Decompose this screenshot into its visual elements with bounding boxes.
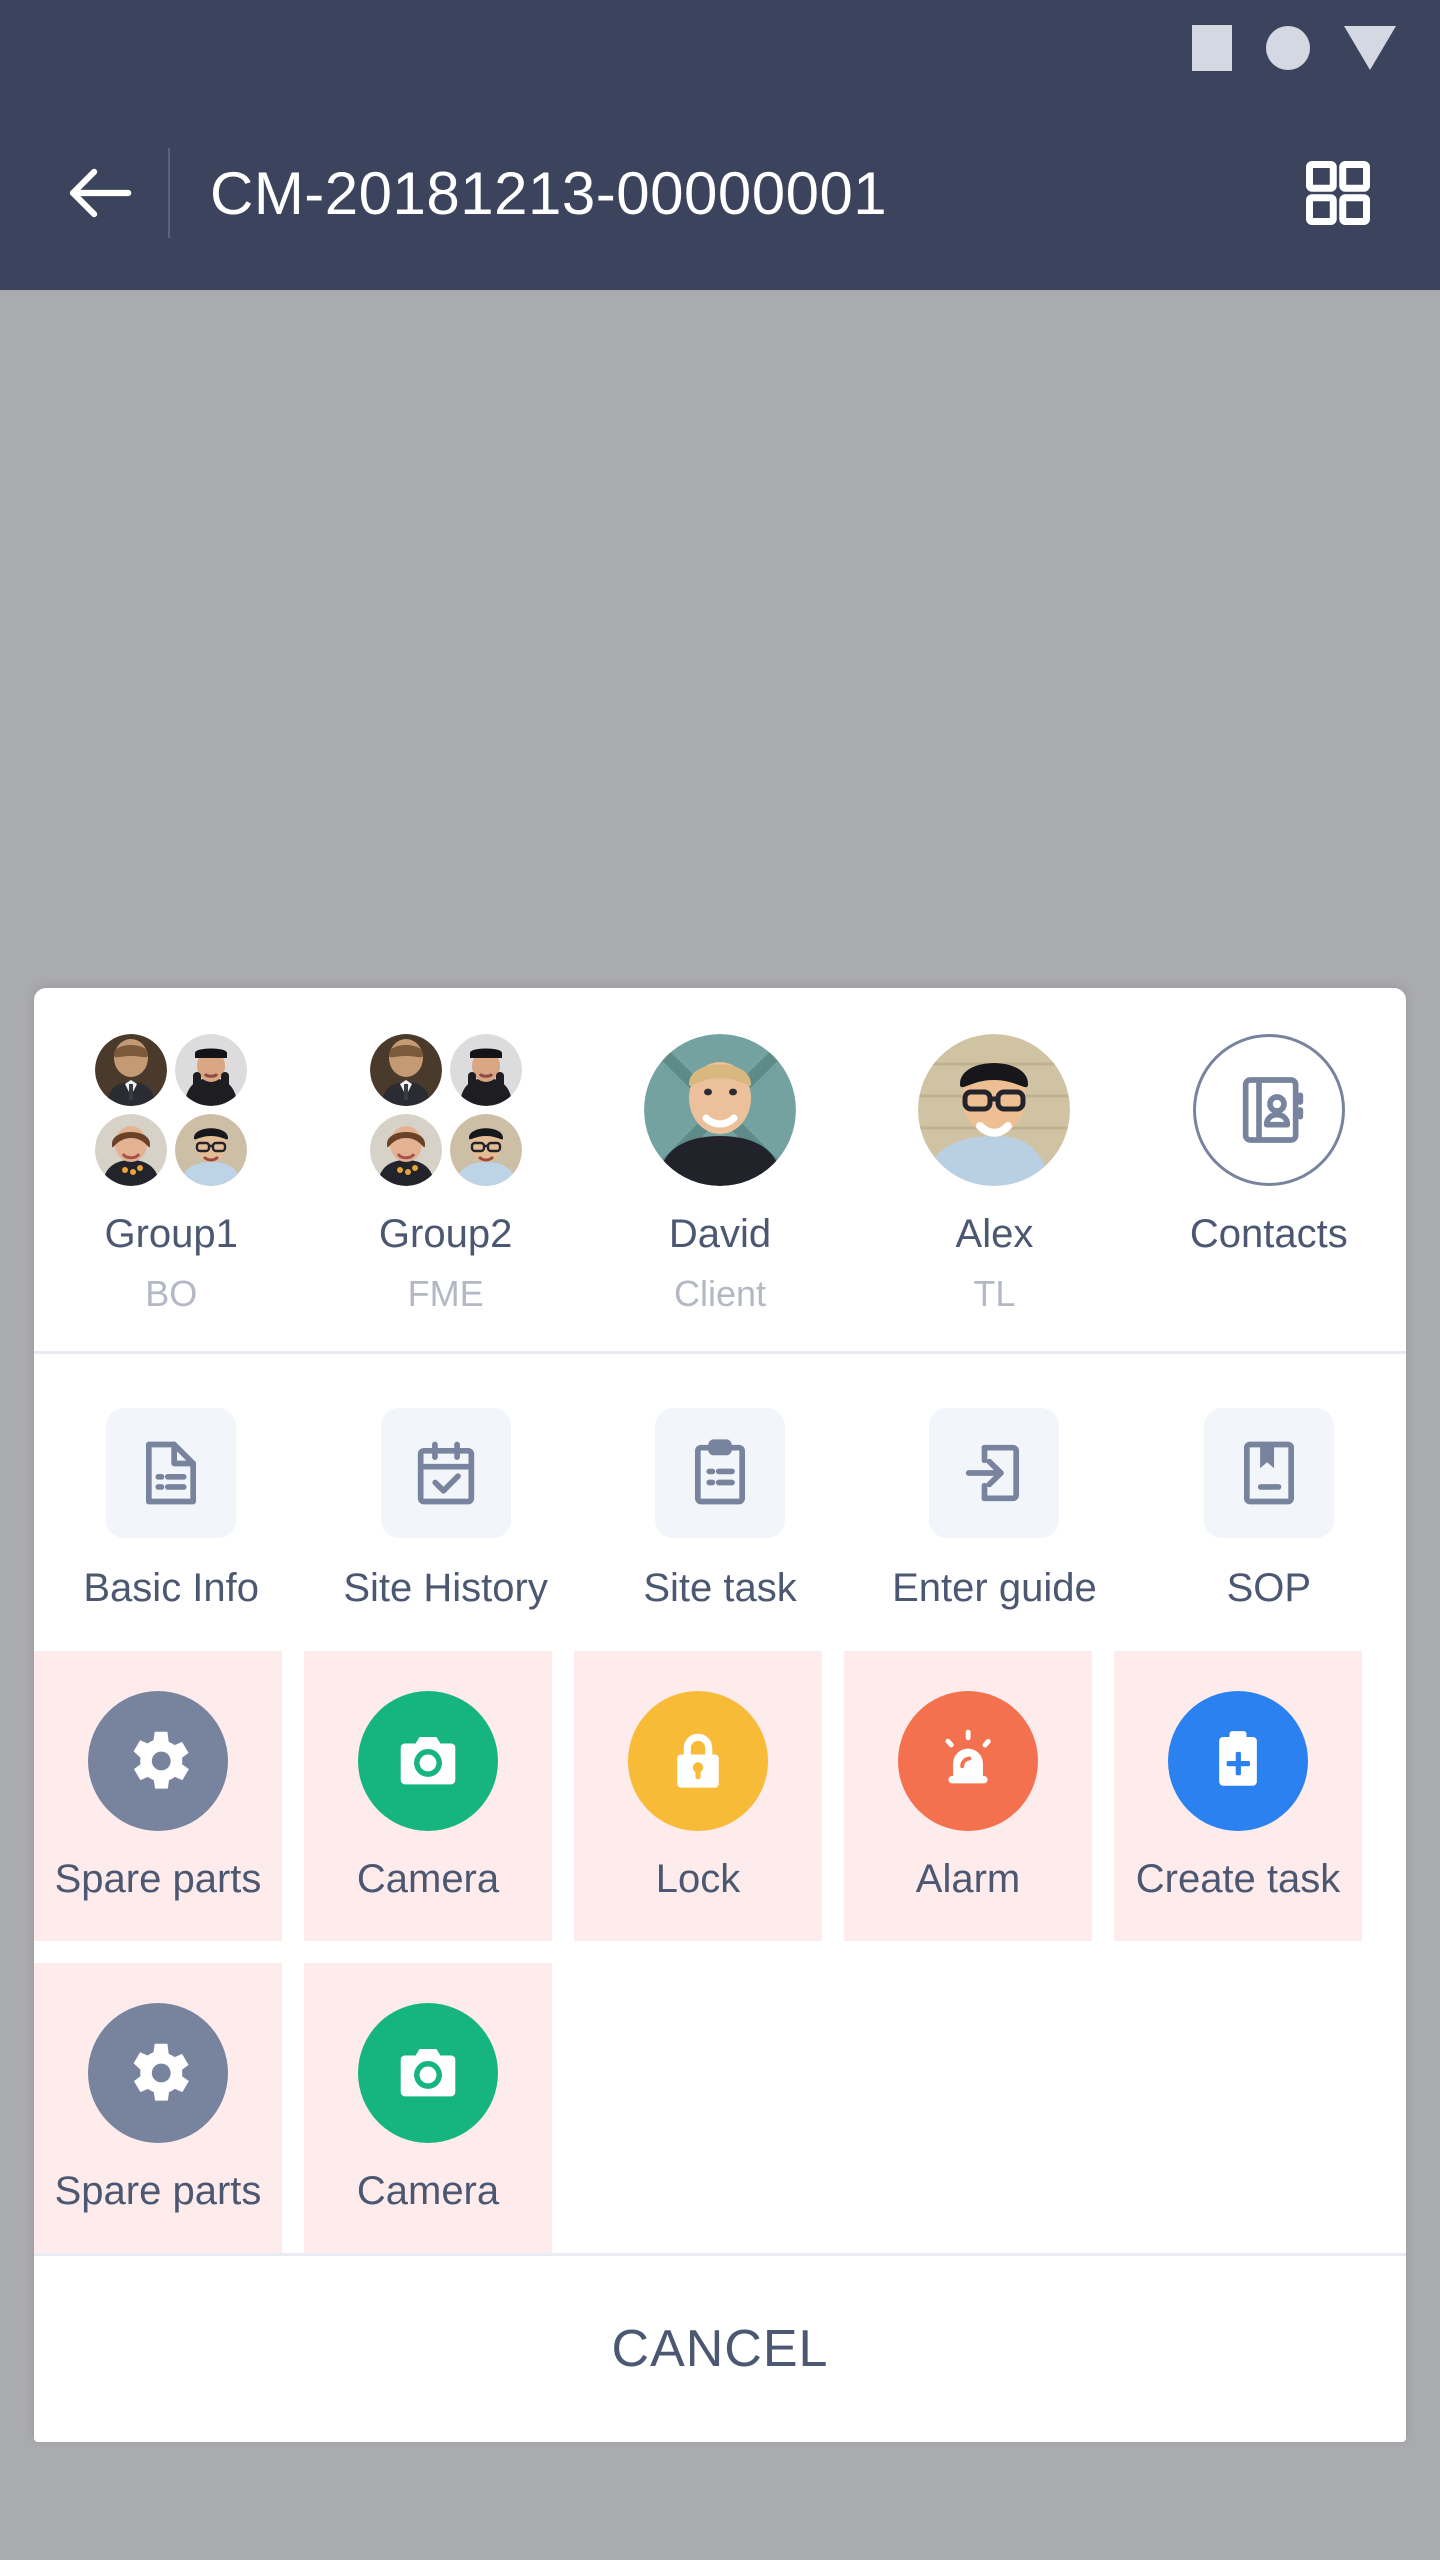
avatar xyxy=(644,1034,797,1186)
contact-name: Group1 xyxy=(104,1212,238,1256)
contact-role: Client xyxy=(673,1273,767,1314)
avatar xyxy=(95,1034,168,1106)
action-cell-alarm[interactable]: Alarm xyxy=(844,1651,1092,1941)
contact-name: Group2 xyxy=(378,1212,513,1256)
action-label: Camera xyxy=(356,2168,500,2213)
action-cell-spare-parts[interactable]: Spare parts xyxy=(34,1651,282,1941)
bookmark-book-icon xyxy=(1203,1408,1334,1538)
tools-row: Basic Info Site History Site task Enter … xyxy=(34,1354,1406,1651)
clipboard-plus-icon xyxy=(1168,1690,1308,1831)
action-bottom-sheet: Group1 BO Group2 FME David Client Alex T… xyxy=(34,988,1406,2442)
gear-icon xyxy=(88,1690,228,1831)
camera-icon xyxy=(358,2002,498,2143)
tool-item-site-task[interactable]: Site task xyxy=(583,1408,857,1611)
contact-name: David xyxy=(668,1212,772,1256)
avatar xyxy=(175,1114,248,1186)
app-bar: CM-20181213-00000001 xyxy=(0,96,1440,290)
action-cell-empty xyxy=(844,1963,1092,2253)
gear-icon xyxy=(88,2002,228,2143)
tool-label: Site History xyxy=(343,1566,548,1610)
action-label: Camera xyxy=(356,1856,500,1901)
tool-label: Enter guide xyxy=(892,1566,1097,1610)
contact-item-alex[interactable]: Alex TL xyxy=(857,1034,1131,1315)
action-cell-spare-parts-2[interactable]: Spare parts xyxy=(34,1963,282,2253)
appbar-divider xyxy=(168,148,170,238)
avatar-group xyxy=(95,1034,248,1186)
avatar-group xyxy=(369,1034,522,1186)
action-label: Create task xyxy=(1135,1856,1341,1901)
action-label: Lock xyxy=(655,1856,741,1901)
contact-item-group2[interactable]: Group2 FME xyxy=(308,1034,582,1315)
action-cell-camera[interactable]: Camera xyxy=(304,1651,552,1941)
contact-role: BO xyxy=(145,1273,198,1314)
tool-label: Basic Info xyxy=(83,1566,260,1610)
tool-label: SOP xyxy=(1226,1566,1312,1610)
square-placeholder-icon xyxy=(1192,25,1232,71)
tool-item-enter-guide[interactable]: Enter guide xyxy=(857,1408,1131,1611)
action-cell-empty xyxy=(574,1963,822,2253)
tool-label: Site task xyxy=(643,1566,797,1610)
back-arrow-icon[interactable] xyxy=(60,154,138,232)
action-label: Alarm xyxy=(915,1856,1021,1901)
action-label: Spare parts xyxy=(54,1856,262,1901)
avatar xyxy=(369,1114,442,1186)
avatar xyxy=(369,1034,442,1106)
triangle-placeholder-icon xyxy=(1344,26,1396,70)
tool-item-sop[interactable]: SOP xyxy=(1132,1408,1406,1611)
contacts-row: Group1 BO Group2 FME David Client Alex T… xyxy=(34,988,1406,1351)
action-cell-empty xyxy=(1114,1963,1362,2253)
avatar xyxy=(95,1114,168,1186)
avatar xyxy=(918,1034,1071,1186)
contact-name: Alex xyxy=(955,1212,1034,1256)
grid-menu-icon[interactable] xyxy=(1300,155,1376,231)
padlock-icon xyxy=(628,1690,768,1831)
tool-item-site-history[interactable]: Site History xyxy=(308,1408,582,1611)
circle-placeholder-icon xyxy=(1266,26,1310,70)
contact-item-contacts[interactable]: Contacts xyxy=(1132,1034,1406,1315)
action-cell-camera-2[interactable]: Camera xyxy=(304,1963,552,2253)
status-bar-icons xyxy=(1192,25,1396,71)
action-cell-lock[interactable]: Lock xyxy=(574,1651,822,1941)
action-cell-create-task[interactable]: Create task xyxy=(1114,1651,1362,1941)
actions-grid: Spare parts Camera Lock Alarm Create tas… xyxy=(34,1651,1406,2253)
avatar xyxy=(449,1034,522,1106)
camera-icon xyxy=(358,1690,498,1831)
cancel-button-label: CANCEL xyxy=(611,2320,829,2378)
contact-role: FME xyxy=(407,1273,484,1314)
cancel-button[interactable]: CANCEL xyxy=(34,2253,1406,2442)
contact-item-david[interactable]: David Client xyxy=(583,1034,857,1315)
status-bar xyxy=(0,0,1440,96)
document-lines-icon xyxy=(106,1408,237,1538)
contact-item-group1[interactable]: Group1 BO xyxy=(34,1034,308,1315)
tool-item-basic-info[interactable]: Basic Info xyxy=(34,1408,308,1611)
clipboard-lines-icon xyxy=(655,1408,786,1538)
login-arrow-icon xyxy=(929,1408,1060,1538)
contact-role: TL xyxy=(973,1273,1016,1314)
action-label: Spare parts xyxy=(54,2168,262,2213)
alarm-siren-icon xyxy=(898,1690,1038,1831)
calendar-check-icon xyxy=(380,1408,511,1538)
address-book-icon xyxy=(1192,1034,1345,1186)
avatar xyxy=(449,1114,522,1186)
contact-name: Contacts xyxy=(1189,1212,1348,1256)
page-title: CM-20181213-00000001 xyxy=(210,159,888,227)
avatar xyxy=(175,1034,248,1106)
